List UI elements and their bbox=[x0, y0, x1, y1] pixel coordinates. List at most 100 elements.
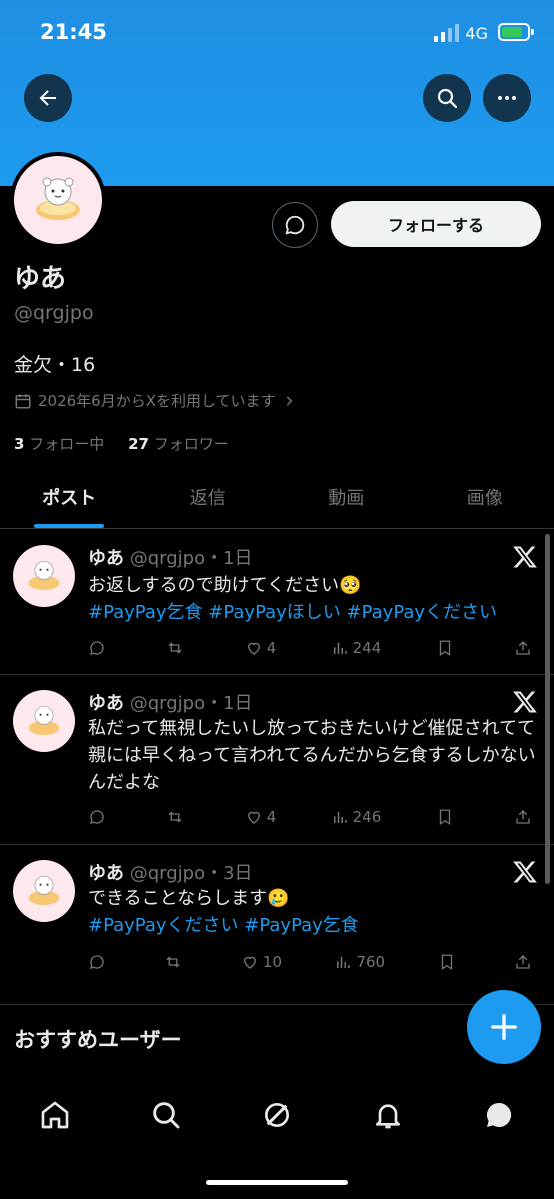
joined-text: 2026年6月からXを利用しています bbox=[38, 392, 276, 410]
reply-button[interactable] bbox=[88, 639, 112, 657]
post-time: ・1日 bbox=[205, 548, 253, 569]
post-avatar[interactable] bbox=[13, 860, 75, 922]
search-icon bbox=[437, 88, 458, 109]
like-count: 4 bbox=[266, 639, 277, 657]
like-button[interactable]: 4 bbox=[245, 639, 277, 657]
followers-link[interactable]: 27 フォロワー bbox=[128, 435, 229, 453]
post-text: お返しするので助けてください🥺 #PayPay乞食 #PayPayほしい #Pa… bbox=[88, 572, 540, 626]
post-actions: 4 244 bbox=[88, 637, 538, 659]
post-header: ゆあ @qrgjpo・1日 bbox=[88, 544, 253, 570]
avatar-illustration bbox=[28, 875, 60, 905]
view-count: 244 bbox=[352, 639, 382, 657]
more-button[interactable] bbox=[483, 74, 531, 122]
follow-button[interactable]: フォローする bbox=[331, 201, 541, 247]
post-actions: 4 246 bbox=[88, 806, 538, 828]
repost-button[interactable] bbox=[164, 953, 188, 971]
nav-search[interactable] bbox=[144, 1093, 188, 1137]
profile-handle: @qrgjpo bbox=[14, 302, 94, 324]
bottom-navigation bbox=[0, 1080, 554, 1150]
bookmark-button[interactable] bbox=[436, 639, 460, 657]
chevron-right-icon bbox=[286, 395, 292, 406]
back-button[interactable] bbox=[24, 74, 72, 122]
tab-posts[interactable]: ポスト bbox=[0, 466, 139, 528]
more-icon bbox=[498, 96, 516, 100]
status-time: 21:45 bbox=[40, 20, 107, 44]
repost-button[interactable] bbox=[166, 639, 190, 657]
views-button[interactable]: 760 bbox=[334, 953, 385, 971]
post-hashtags[interactable]: #PayPayください #PayPay乞食 bbox=[88, 912, 540, 939]
share-icon bbox=[516, 810, 530, 824]
avatar-illustration bbox=[36, 177, 80, 220]
nav-notifications[interactable] bbox=[366, 1093, 410, 1137]
message-button[interactable] bbox=[272, 202, 318, 248]
reply-icon bbox=[90, 955, 104, 969]
following-count: 3 bbox=[14, 435, 25, 453]
profile-name: ゆあ bbox=[14, 264, 67, 294]
like-button[interactable]: 10 bbox=[241, 953, 282, 971]
bookmark-button[interactable] bbox=[438, 953, 462, 971]
grok-icon bbox=[264, 1103, 289, 1127]
post-item[interactable]: ゆあ @qrgjpo・3日 できることならします🥲 #PayPayください #P… bbox=[0, 845, 554, 1005]
followers-count: 27 bbox=[128, 435, 149, 453]
post-author-handle: @qrgjpo bbox=[129, 863, 206, 884]
reply-icon bbox=[90, 810, 104, 824]
post-item[interactable]: ゆあ @qrgjpo・1日 私だって無視したいし放っておきたいけど催促されてて親… bbox=[0, 675, 554, 845]
following-label: フォロー中 bbox=[29, 435, 105, 453]
following-link[interactable]: 3 フォロー中 bbox=[14, 435, 104, 453]
views-button[interactable]: 244 bbox=[331, 639, 382, 657]
share-button[interactable] bbox=[514, 808, 538, 826]
share-icon bbox=[516, 955, 530, 969]
views-icon bbox=[333, 811, 347, 823]
home-icon bbox=[42, 1101, 69, 1129]
profile-avatar[interactable] bbox=[10, 152, 106, 248]
joined-info[interactable]: 2026年6月からXを利用しています bbox=[14, 390, 296, 411]
post-item[interactable]: ゆあ @qrgjpo・1日 お返しするので助けてください🥺 #PayPay乞食 … bbox=[0, 530, 554, 675]
post-text: 私だって無視したいし放っておきたいけど催促されてて親には早くねって言われてるんだ… bbox=[88, 715, 536, 796]
nav-messages[interactable] bbox=[477, 1093, 521, 1137]
post-header: ゆあ @qrgjpo・3日 bbox=[88, 859, 253, 885]
scrollbar[interactable] bbox=[545, 534, 550, 884]
repost-icon bbox=[168, 811, 182, 823]
share-button[interactable] bbox=[514, 953, 538, 971]
compose-button[interactable] bbox=[467, 990, 541, 1064]
bookmark-icon bbox=[439, 809, 450, 826]
tab-videos[interactable]: 動画 bbox=[277, 466, 416, 528]
post-author-name[interactable]: ゆあ bbox=[88, 863, 124, 884]
post-avatar[interactable] bbox=[13, 545, 75, 607]
nav-grok[interactable] bbox=[255, 1093, 299, 1137]
battery-icon bbox=[498, 23, 534, 41]
message-icon bbox=[285, 215, 305, 235]
tab-replies[interactable]: 返信 bbox=[139, 466, 278, 528]
bookmark-icon bbox=[439, 640, 450, 657]
views-button[interactable]: 246 bbox=[331, 808, 382, 826]
nav-home[interactable] bbox=[33, 1093, 77, 1137]
repost-icon bbox=[166, 956, 180, 968]
view-count: 246 bbox=[352, 808, 382, 826]
repost-button[interactable] bbox=[166, 808, 190, 826]
reply-button[interactable] bbox=[88, 953, 112, 971]
reply-button[interactable] bbox=[88, 808, 112, 826]
like-button[interactable]: 4 bbox=[245, 808, 276, 826]
tab-images[interactable]: 画像 bbox=[416, 466, 554, 528]
followers-label: フォロワー bbox=[153, 435, 229, 453]
views-icon bbox=[337, 956, 351, 968]
post-author-handle: @qrgjpo bbox=[129, 693, 206, 714]
post-author-name[interactable]: ゆあ bbox=[88, 693, 124, 714]
post-author-name[interactable]: ゆあ bbox=[88, 548, 124, 569]
share-button[interactable] bbox=[514, 639, 538, 657]
profile-bio: 金欠・16 bbox=[14, 354, 96, 376]
post-body: できることならします🥲 bbox=[88, 888, 290, 909]
post-actions: 10 760 bbox=[88, 951, 538, 973]
bookmark-icon bbox=[441, 954, 452, 971]
post-hashtags[interactable]: #PayPay乞食 #PayPayほしい #PayPayください bbox=[88, 599, 540, 626]
x-logo-icon bbox=[513, 691, 537, 713]
post-header: ゆあ @qrgjpo・1日 bbox=[88, 689, 253, 715]
follow-stats: 3 フォロー中 27 フォロワー bbox=[14, 433, 229, 454]
search-button[interactable] bbox=[423, 74, 471, 122]
post-time: ・1日 bbox=[205, 693, 253, 714]
reply-icon bbox=[90, 641, 104, 655]
bookmark-button[interactable] bbox=[436, 808, 460, 826]
post-avatar[interactable] bbox=[13, 690, 75, 752]
avatar-illustration bbox=[28, 560, 60, 590]
repost-icon bbox=[168, 642, 182, 654]
